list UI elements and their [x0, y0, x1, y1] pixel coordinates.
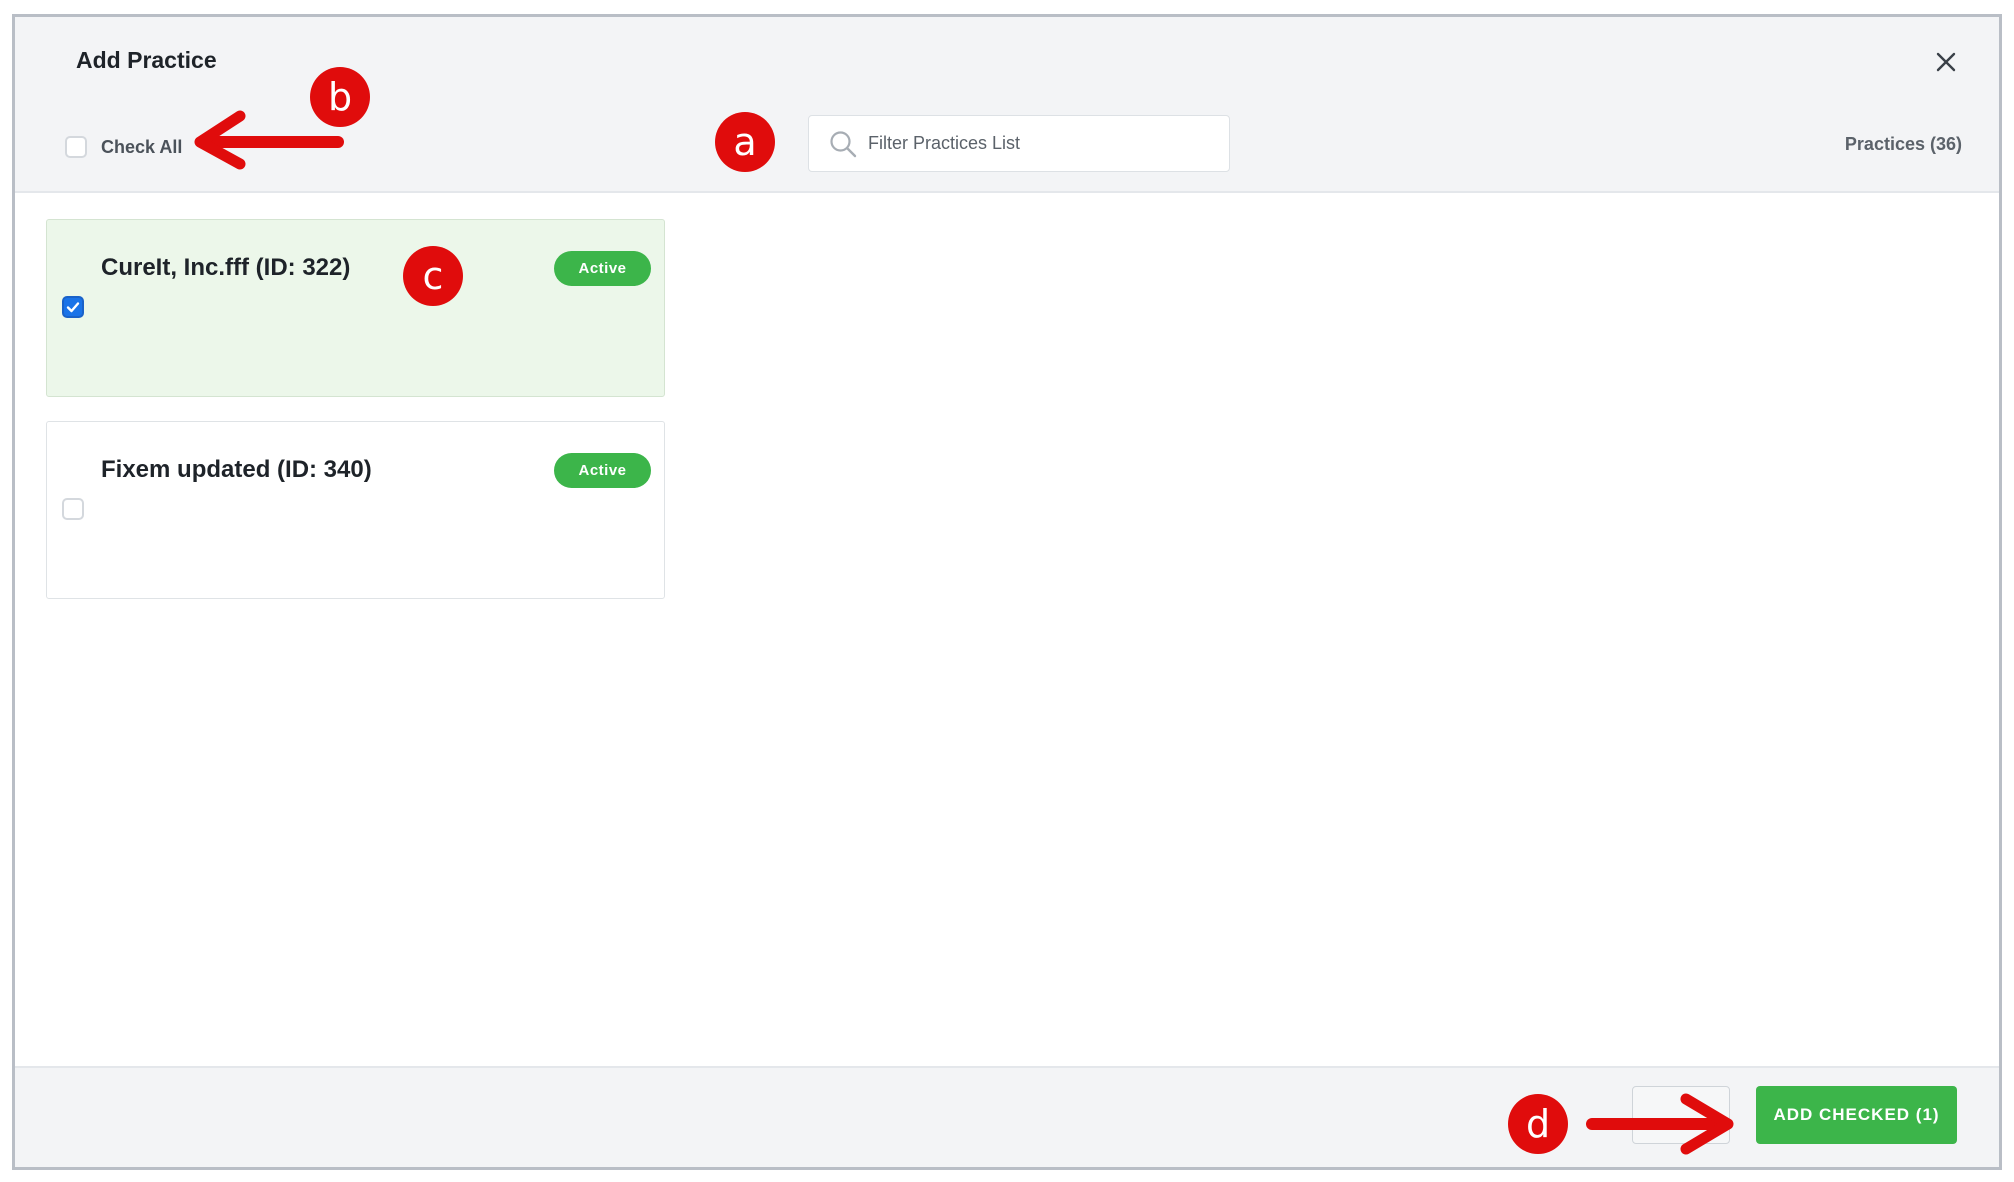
check-all-control[interactable]: Check All — [65, 136, 182, 158]
check-all-label: Check All — [101, 136, 183, 157]
search-box[interactable] — [808, 115, 1230, 172]
practice-name: Fixem updated (ID: 340) — [101, 456, 372, 483]
annotation-marker-d: d — [1508, 1094, 1568, 1154]
annotation-marker-a: a — [715, 112, 775, 172]
annotation-marker-c: c — [403, 246, 463, 306]
dialog-title: Add Practice — [76, 47, 217, 73]
close-button[interactable] — [1931, 47, 1961, 77]
practice-checkbox[interactable] — [62, 296, 84, 318]
add-checked-button[interactable]: ADD CHECKED (1) — [1756, 1086, 1957, 1144]
practice-name: CureIt, Inc.fff (ID: 322) — [101, 254, 351, 281]
status-badge: Active — [554, 251, 651, 286]
practices-count: Practices (36) — [1844, 134, 1962, 154]
checkmark-icon — [66, 302, 80, 313]
status-badge: Active — [554, 453, 651, 488]
close-icon — [1936, 52, 1956, 72]
annotation-marker-b: b — [310, 67, 370, 127]
add-practice-dialog: Add Practice Check All Practices (36) Cu… — [12, 14, 2002, 1170]
check-all-checkbox[interactable] — [65, 136, 87, 158]
practice-checkbox[interactable] — [62, 498, 84, 520]
search-input[interactable] — [866, 132, 1210, 155]
practice-card[interactable]: CureIt, Inc.fff (ID: 322) Active — [46, 219, 665, 397]
search-icon — [830, 130, 857, 157]
annotation-arrow-right-icon — [1586, 1093, 1734, 1155]
practice-card[interactable]: Fixem updated (ID: 340) Active — [46, 421, 665, 599]
